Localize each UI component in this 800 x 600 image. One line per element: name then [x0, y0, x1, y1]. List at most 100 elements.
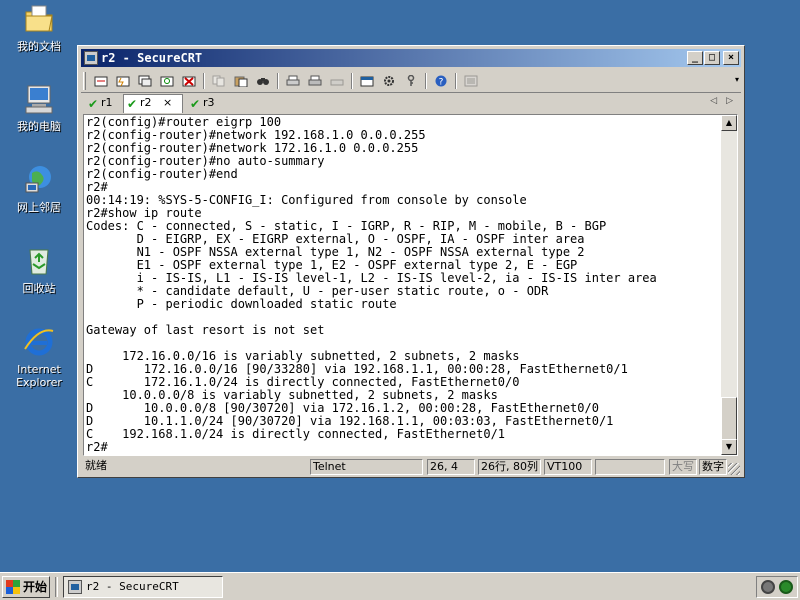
disconnect-icon: [182, 75, 196, 87]
session-options-icon: [360, 75, 374, 87]
desktop-icon-recycle-bin[interactable]: 回收站: [4, 244, 74, 295]
printer-icon: [330, 75, 344, 87]
tab-r3[interactable]: ✔ r3: [187, 95, 221, 112]
status-cursor-position: 26, 4: [427, 459, 475, 475]
print-selection-button[interactable]: [305, 72, 325, 90]
tab-r2[interactable]: ✔ r2 ×: [123, 94, 183, 113]
tray-network-icon[interactable]: [779, 580, 793, 594]
taskbar-separator: [55, 577, 58, 597]
desktop-icon-my-computer[interactable]: 我的电脑: [4, 82, 74, 133]
terminal-output[interactable]: r2(config)#router eigrp 100 r2(config-rou…: [83, 114, 738, 456]
minimize-button[interactable]: _: [687, 51, 703, 65]
quick-connect-button[interactable]: [113, 72, 133, 90]
toolbar-separator: [351, 73, 353, 89]
start-label: 开始: [23, 580, 48, 594]
desktop-icon-label: 我的文档: [17, 40, 61, 53]
taskbar-button-securecrt[interactable]: r2 - SecureCRT: [63, 576, 223, 598]
terminal-scrollbar[interactable]: ▲ ▼: [721, 115, 737, 455]
reconnect-button[interactable]: [157, 72, 177, 90]
copy-button[interactable]: [209, 72, 229, 90]
terminal-line: r2#: [86, 440, 108, 454]
desktop-icon-network-places[interactable]: 网上邻居: [4, 163, 74, 214]
desktop-icon-label: 我的电脑: [17, 120, 61, 133]
scroll-down-button[interactable]: ▼: [721, 439, 737, 455]
key-icon: [404, 74, 418, 87]
connect-in-tab-button[interactable]: [135, 72, 155, 90]
resize-grip[interactable]: [728, 463, 740, 475]
session-tabs: ✔ r1 ✔ r2 × ✔ r3 ◁ ▷: [81, 94, 741, 113]
terminal-lines: r2(config)#router eigrp 100 r2(config-rou…: [86, 116, 719, 454]
gear-icon: [382, 75, 396, 87]
desktop-icon-my-documents[interactable]: 我的文档: [4, 2, 74, 53]
tab-scroll-left-icon[interactable]: ◁: [710, 96, 717, 106]
status-terminal-size: 26行, 80列: [478, 459, 541, 475]
network-places-icon: [22, 163, 56, 197]
my-computer-icon: [22, 82, 56, 116]
windows-logo-icon: [6, 580, 20, 594]
my-documents-icon: [22, 2, 56, 36]
main-toolbar: ? ▾: [81, 69, 741, 93]
desktop-icon-label: 网上邻居: [17, 201, 61, 214]
reconnect-icon: [160, 75, 174, 87]
internet-explorer-icon: [22, 325, 56, 359]
desktop-icon-label: 回收站: [22, 282, 56, 295]
status-num-lock: 数字: [699, 459, 727, 475]
binoculars-icon: [256, 75, 270, 87]
paste-button[interactable]: [231, 72, 251, 90]
toolbar-grip[interactable]: [83, 72, 86, 90]
start-button[interactable]: 开始: [2, 576, 50, 598]
toolbar-separator: [455, 73, 457, 89]
print-button[interactable]: [283, 72, 303, 90]
help-icon: ?: [434, 75, 448, 88]
terminal-line: r2(config-router)#end: [86, 167, 238, 181]
tab-label: r2: [140, 96, 152, 109]
toolbar-overflow-icon[interactable]: ▾: [735, 75, 739, 84]
window-titlebar[interactable]: r2 - SecureCRT _ □ ×: [81, 49, 741, 67]
tray-clock-icon[interactable]: [761, 580, 775, 594]
connected-check-icon: ✔: [127, 97, 138, 111]
status-protocol: Telnet: [310, 459, 423, 475]
session-options-button[interactable]: [357, 72, 377, 90]
toolbar-separator: [425, 73, 427, 89]
tab-close-icon[interactable]: ×: [163, 96, 172, 109]
toolbar-separator: [203, 73, 205, 89]
status-emulation: VT100: [544, 459, 592, 475]
scroll-up-button[interactable]: ▲: [721, 115, 737, 131]
system-tray: [756, 576, 798, 598]
toolbar-separator: [277, 73, 279, 89]
desktop-icon-internet-explorer[interactable]: Internet Explorer: [4, 325, 74, 389]
keymap-button[interactable]: [461, 72, 481, 90]
maximize-button[interactable]: □: [704, 51, 720, 65]
close-button[interactable]: ×: [723, 51, 739, 65]
securecrt-app-icon[interactable]: [84, 51, 98, 65]
svg-text:?: ?: [439, 78, 444, 88]
status-ready: 就绪: [85, 459, 107, 472]
keymap-icon: [464, 75, 478, 87]
tab-label: r3: [203, 96, 215, 109]
connected-check-icon: ✔: [88, 97, 99, 111]
print-setup-button[interactable]: [327, 72, 347, 90]
quick-connect-icon: [116, 75, 130, 87]
connect-button[interactable]: [91, 72, 111, 90]
terminal-line: C 192.168.1.0/24 is directly connected, …: [86, 427, 506, 441]
paste-icon: [234, 75, 248, 88]
scroll-thumb[interactable]: [721, 397, 737, 441]
desktop-icon-label: Internet Explorer: [16, 363, 62, 389]
disconnect-button[interactable]: [179, 72, 199, 90]
status-empty: [595, 459, 665, 475]
status-caps-lock: 大写: [669, 459, 697, 475]
status-bar: 就绪 Telnet 26, 4 26行, 80列 VT100 大写 数字: [81, 458, 741, 476]
securecrt-app-icon: [68, 580, 82, 594]
print-selection-icon: [308, 75, 322, 87]
help-button[interactable]: ?: [431, 72, 451, 90]
tab-scroll-right-icon[interactable]: ▷: [726, 96, 733, 106]
tab-r1[interactable]: ✔ r1: [85, 95, 119, 112]
terminal-line: Gateway of last resort is not set: [86, 323, 325, 337]
tab-label: r1: [101, 96, 113, 109]
global-options-button[interactable]: [379, 72, 399, 90]
connect-in-tab-icon: [138, 75, 152, 87]
connect-icon: [94, 75, 108, 87]
find-button[interactable]: [253, 72, 273, 90]
key-button[interactable]: [401, 72, 421, 90]
terminal-line: P - periodic downloaded static route: [86, 297, 397, 311]
